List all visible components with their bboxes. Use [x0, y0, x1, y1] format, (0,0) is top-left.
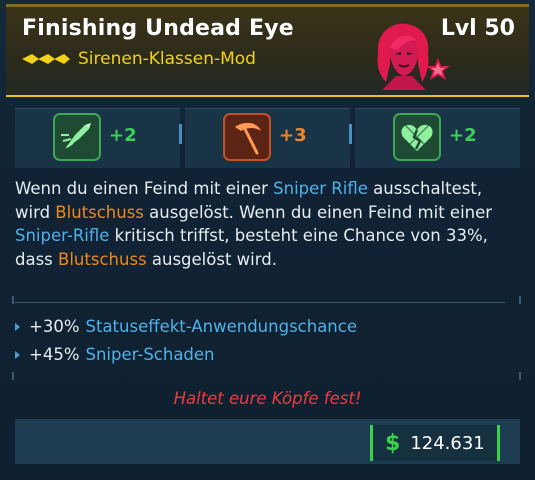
desc-keyword: Sniper-Rifle — [15, 226, 110, 245]
flavor-text: Haltet eure Köpfe fest! — [173, 389, 362, 408]
skill-row: +2 +3 +2 — [15, 108, 521, 168]
bullet-icon — [15, 322, 20, 331]
price-value: 124.631 — [410, 432, 485, 454]
bonus-line: +30% Statuseffekt-Anwendungschance — [15, 317, 357, 336]
item-card: Finishing Undead Eye Lvl 50 Sirenen-Klas… — [0, 0, 535, 480]
desc-text: Wenn du einen Feind mit einer — [15, 179, 274, 198]
skill-slot-2[interactable]: +3 — [185, 108, 350, 168]
skill-value: +3 — [279, 125, 307, 146]
siren-portrait-icon — [377, 23, 450, 90]
frame-tick — [519, 296, 521, 304]
bonus-value: +45% — [29, 345, 80, 364]
rarity-row: Sirenen-Klassen-Mod — [22, 48, 256, 70]
skill-slot-1[interactable]: +2 — [15, 108, 180, 168]
desc-text: ausgelöst wird. — [146, 249, 277, 269]
skill-value: +2 — [109, 125, 137, 146]
price-box: $ 124.631 — [370, 425, 500, 461]
bonus-name: Sniper-Schaden — [85, 345, 215, 364]
frame-tick — [519, 372, 521, 380]
item-header: Finishing Undead Eye Lvl 50 Sirenen-Klas… — [6, 4, 529, 97]
bonus-name: Statuseffekt-Anwendungschance — [85, 317, 358, 336]
desc-keyword: Blutschuss — [58, 249, 147, 269]
bonus-value: +30% — [29, 317, 80, 336]
skill-value: +2 — [449, 125, 477, 146]
desc-text: ausgelöst. Wenn du einen Feind mit einer — [143, 202, 493, 222]
skill-separator — [179, 124, 182, 144]
scythe-icon — [223, 113, 271, 161]
frame-tick — [12, 372, 14, 380]
rarity-icon — [22, 54, 70, 64]
section-divider — [15, 302, 505, 303]
frame-tick — [12, 296, 14, 304]
bullet-icon — [15, 350, 20, 359]
currency-icon: $ — [385, 430, 401, 456]
rocket-dash-icon — [53, 113, 101, 161]
desc-keyword: Sniper Rifle — [273, 179, 368, 198]
broken-heart-icon — [393, 113, 441, 161]
skill-slot-3[interactable]: +2 — [355, 108, 520, 168]
skill-separator — [349, 124, 352, 144]
item-type: Sirenen-Klassen-Mod — [78, 49, 256, 69]
desc-keyword: Blutschuss — [55, 202, 144, 222]
item-name: Finishing Undead Eye — [22, 16, 294, 41]
item-description: Wenn du einen Feind mit einer Sniper Rif… — [15, 177, 495, 271]
bonus-line: +45% Sniper-Schaden — [15, 345, 215, 364]
